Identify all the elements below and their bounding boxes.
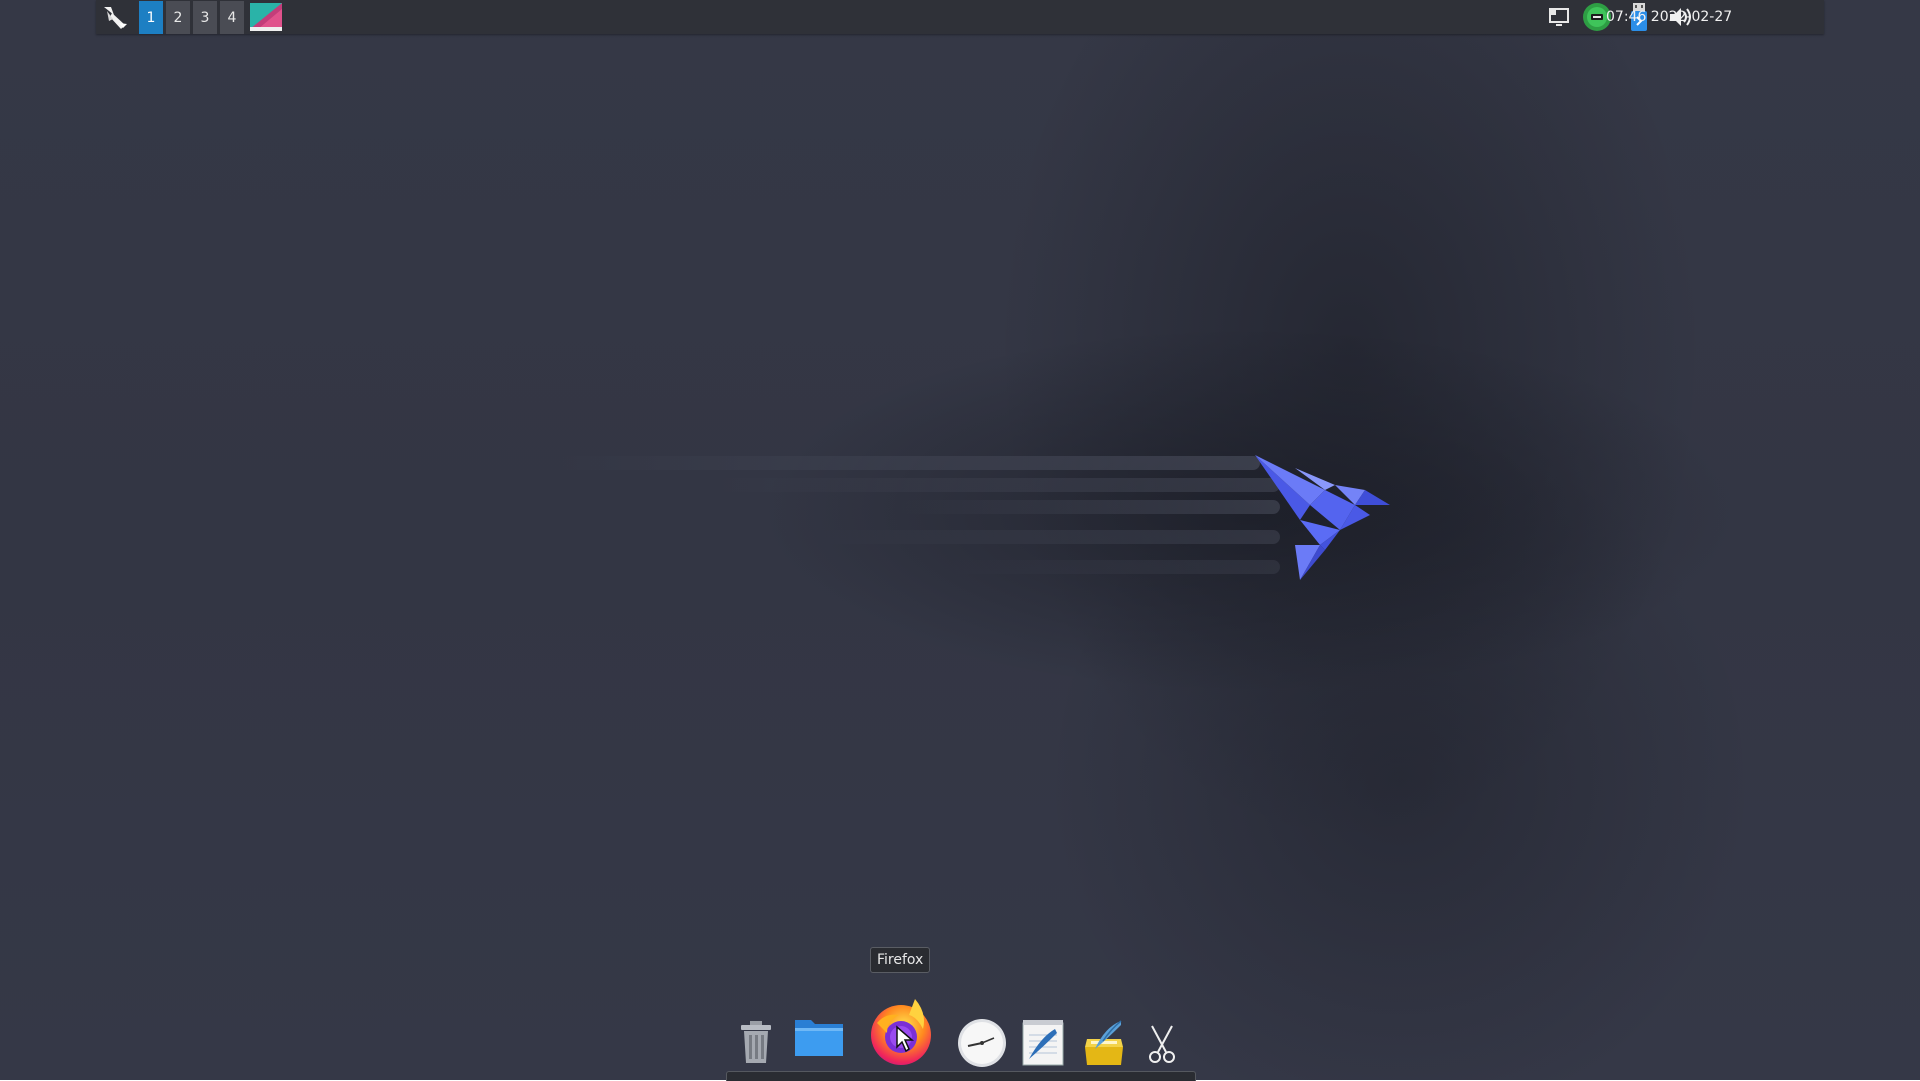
panel-clock[interactable]: 07:46 2022-02-27: [1606, 9, 1732, 25]
workspace-2-button[interactable]: 2: [166, 1, 190, 34]
folder-icon: [795, 1020, 843, 1056]
dock-item-text-editor[interactable]: [1020, 1018, 1066, 1068]
dock-item-files[interactable]: [792, 1014, 846, 1062]
window-thumbnail-icon: [250, 3, 282, 31]
clock-icon: [958, 1019, 1006, 1067]
dock-tooltip: Firefox: [870, 947, 931, 973]
workspace-3-button[interactable]: 3: [193, 1, 217, 34]
workspace-4-button[interactable]: 4: [220, 1, 244, 34]
window-switcher-button[interactable]: [250, 3, 282, 31]
app-menu-button[interactable]: [100, 4, 130, 30]
parrot-menu-icon: [104, 7, 127, 29]
dock-item-screenshot[interactable]: [1142, 1022, 1182, 1066]
display-tray-button[interactable]: [1546, 4, 1572, 30]
workspace-1-button[interactable]: 1: [139, 1, 163, 34]
text-editor-icon: [1022, 1020, 1064, 1066]
scissors-icon: [1149, 1025, 1175, 1063]
trash-icon: [741, 1021, 771, 1063]
display-icon: [1549, 8, 1569, 26]
parrot-bird-logo: [1255, 455, 1390, 580]
desktop-wallpaper: [0, 0, 1920, 1080]
notes-icon: [1085, 1020, 1123, 1065]
top-panel: 1 2 3 4: [96, 0, 1824, 34]
firefox-icon: [871, 999, 931, 1065]
dock-item-clock[interactable]: [956, 1017, 1008, 1069]
dock-item-notes[interactable]: [1080, 1018, 1128, 1068]
dock-item-firefox[interactable]: [864, 994, 938, 1068]
dock-item-trash[interactable]: [734, 1018, 778, 1066]
